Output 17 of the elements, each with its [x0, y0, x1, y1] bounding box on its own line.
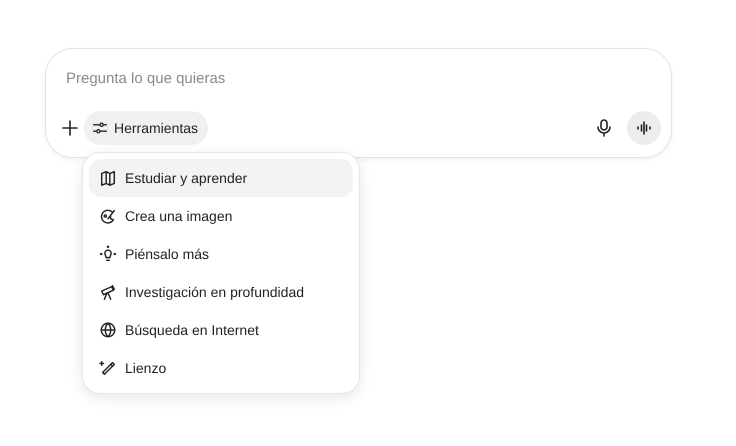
tools-button[interactable]: Herramientas	[84, 111, 208, 145]
sliders-icon	[92, 120, 108, 136]
menu-item[interactable]: Investigación en profundidad	[89, 273, 353, 311]
sound-wave-icon	[636, 120, 652, 136]
microphone-icon	[596, 119, 612, 137]
voice-mode-button[interactable]	[627, 111, 661, 145]
telescope-icon	[99, 283, 117, 301]
menu-item[interactable]: Estudiar y aprender	[89, 159, 353, 197]
globe-icon	[99, 321, 117, 339]
menu-item[interactable]: Crea una imagen	[89, 197, 353, 235]
pen-icon	[99, 359, 117, 377]
menu-item[interactable]: Piénsalo más	[89, 235, 353, 273]
plus-icon[interactable]	[62, 120, 78, 136]
menu-item[interactable]: Búsqueda en Internet	[89, 311, 353, 349]
palette-icon	[99, 207, 117, 225]
menu-item[interactable]: Lienzo	[89, 349, 353, 387]
lightbulb-icon	[99, 245, 117, 263]
